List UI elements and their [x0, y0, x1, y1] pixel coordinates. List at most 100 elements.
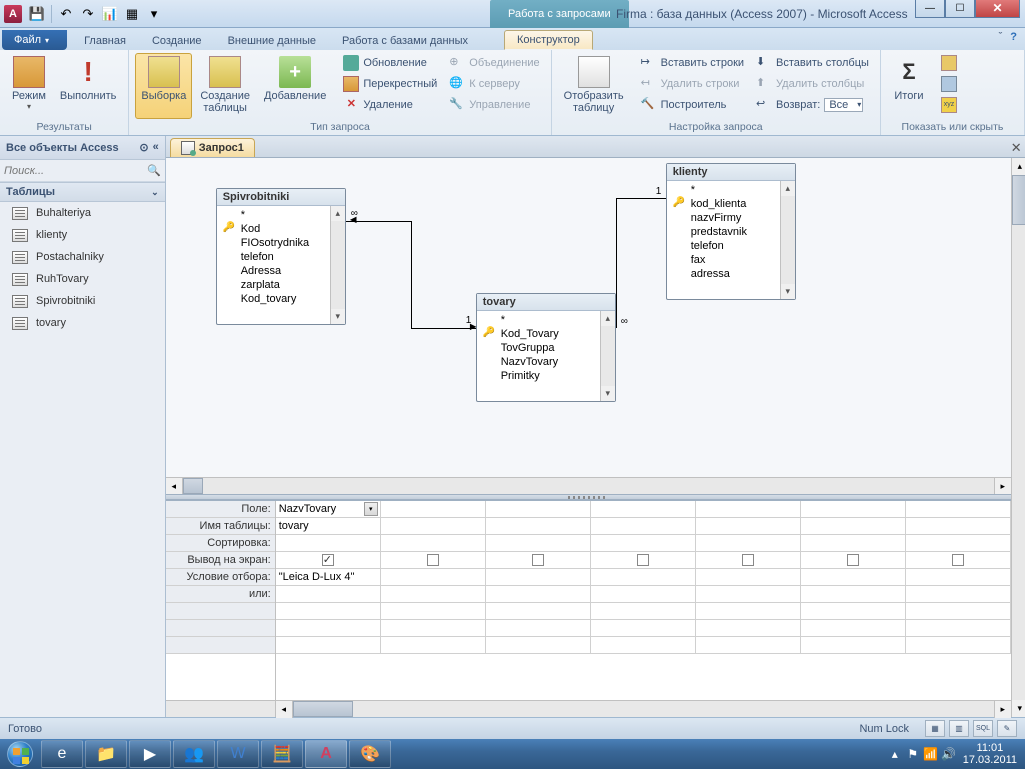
- qbe-cell[interactable]: [381, 501, 486, 517]
- table-field[interactable]: Primitky: [479, 369, 613, 383]
- qbe-cell[interactable]: [801, 501, 906, 517]
- qbe-cell[interactable]: [591, 569, 696, 585]
- qbe-or-cell[interactable]: [276, 586, 381, 602]
- qbe-cell[interactable]: [906, 569, 1011, 585]
- union-button[interactable]: ⊕Объединение: [444, 53, 544, 73]
- totals-button[interactable]: Σ Итоги: [887, 53, 931, 119]
- taskbar-explorer[interactable]: 📁: [85, 740, 127, 768]
- qbe-cell[interactable]: [591, 620, 696, 636]
- qbe-cell[interactable]: [801, 518, 906, 534]
- scroll-left-icon[interactable]: ◂: [166, 478, 183, 495]
- qbe-cell[interactable]: [381, 569, 486, 585]
- scroll-thumb[interactable]: [183, 478, 203, 494]
- scroll-down-icon[interactable]: ▾: [1012, 700, 1025, 717]
- table-field[interactable]: predstavnik: [669, 225, 793, 239]
- table-title[interactable]: Spivrobitniki: [217, 189, 345, 206]
- tab-external[interactable]: Внешние данные: [215, 30, 329, 50]
- run-button[interactable]: ! Выполнить: [54, 53, 122, 119]
- qbe-cell[interactable]: [906, 501, 1011, 517]
- view-sql-button[interactable]: SQL: [973, 720, 993, 737]
- scroll-right-icon[interactable]: ▸: [994, 701, 1011, 718]
- qbe-cell[interactable]: [906, 603, 1011, 619]
- table-field[interactable]: FIOsotrydnika: [219, 236, 343, 250]
- table-field[interactable]: Kod_tovary: [219, 292, 343, 306]
- qbe-cell[interactable]: [591, 535, 696, 551]
- scroll-thumb[interactable]: [1012, 175, 1025, 225]
- table-field[interactable]: Adressa: [219, 264, 343, 278]
- qbe-cell[interactable]: [591, 603, 696, 619]
- deleterows-button[interactable]: ↤Удалить строки: [636, 74, 749, 94]
- view-design-button[interactable]: ✎: [997, 720, 1017, 737]
- file-tab[interactable]: Файл: [2, 30, 67, 50]
- view-button[interactable]: Режим ▾: [6, 53, 52, 119]
- tray-flag-icon[interactable]: ⚑: [905, 746, 921, 762]
- qbe-cell[interactable]: [801, 620, 906, 636]
- table-spivrobitniki[interactable]: Spivrobitniki *KodFIOsotrydnikatelefonAd…: [216, 188, 346, 325]
- table-klienty[interactable]: klienty *kod_klientanazvFirmypredstavnik…: [666, 163, 796, 300]
- table-field[interactable]: Kod_Tovary: [479, 327, 613, 341]
- qbe-cell[interactable]: [801, 586, 906, 602]
- qbe-cell[interactable]: [906, 620, 1011, 636]
- append-button[interactable]: + Добавление: [258, 53, 332, 119]
- table-title[interactable]: klienty: [667, 164, 795, 181]
- qbe-cell[interactable]: [801, 552, 906, 568]
- qat-redo-icon[interactable]: ↷: [78, 4, 98, 24]
- qbe-columns[interactable]: NazvTovary▾ tovary: [276, 501, 1011, 700]
- table-field[interactable]: kod_klienta: [669, 197, 793, 211]
- qbe-cell[interactable]: [381, 586, 486, 602]
- table-title[interactable]: tovary: [477, 294, 615, 311]
- qbe-cell[interactable]: [801, 535, 906, 551]
- qbe-cell[interactable]: [381, 552, 486, 568]
- checkbox[interactable]: [952, 554, 964, 566]
- qbe-cell[interactable]: [591, 586, 696, 602]
- delete-button[interactable]: ✕Удаление: [338, 95, 442, 115]
- deletecols-button[interactable]: ⬆Удалить столбцы: [751, 74, 874, 94]
- taskbar-word[interactable]: W: [217, 740, 259, 768]
- qbe-cell[interactable]: [591, 518, 696, 534]
- insertcols-button[interactable]: ⬇Вставить столбцы: [751, 53, 874, 73]
- taskbar-calc[interactable]: 🧮: [261, 740, 303, 768]
- design-hscroll[interactable]: ◂ ▸: [166, 477, 1011, 494]
- checkbox[interactable]: [532, 554, 544, 566]
- checkbox[interactable]: [427, 554, 439, 566]
- qbe-criteria-cell[interactable]: "Leica D-Lux 4": [276, 569, 381, 585]
- nav-item-klienty[interactable]: klienty: [0, 224, 165, 246]
- nav-item-buhalteriya[interactable]: Buhalteriya: [0, 202, 165, 224]
- maximize-button[interactable]: ☐: [945, 0, 975, 18]
- maketable-button[interactable]: Создание таблицы: [194, 53, 256, 119]
- table-field[interactable]: Kod: [219, 222, 343, 236]
- table-scrollbar[interactable]: ▴▾: [330, 206, 345, 324]
- nav-item-ruhtovary[interactable]: RuhTovary: [0, 268, 165, 290]
- chevron-down-icon[interactable]: ⊙: [139, 141, 148, 154]
- taskbar-msn[interactable]: 👥: [173, 740, 215, 768]
- params-button[interactable]: [936, 53, 962, 73]
- qbe-cell[interactable]: [591, 501, 696, 517]
- nav-item-spivrobitniki[interactable]: Spivrobitniki: [0, 290, 165, 312]
- collapse-icon[interactable]: «: [153, 141, 159, 154]
- nav-section-tables[interactable]: Таблицы ⌄: [0, 182, 165, 202]
- qbe-cell[interactable]: [696, 620, 801, 636]
- return-combo[interactable]: Все▾: [824, 98, 863, 112]
- scroll-right-icon[interactable]: ▸: [994, 478, 1011, 495]
- insertrows-button[interactable]: ↦Вставить строки: [636, 53, 749, 73]
- builder-button[interactable]: 🔨Построитель: [636, 95, 749, 115]
- taskbar-clock[interactable]: 11:01 17.03.2011: [959, 742, 1021, 766]
- close-button[interactable]: ✕: [975, 0, 1020, 18]
- qbe-cell[interactable]: [696, 535, 801, 551]
- minimize-button[interactable]: —: [915, 0, 945, 18]
- table-field[interactable]: TovGruppa: [479, 341, 613, 355]
- qbe-cell[interactable]: [696, 552, 801, 568]
- qbe-cell[interactable]: [381, 535, 486, 551]
- nav-item-tovary[interactable]: tovary: [0, 312, 165, 334]
- qat-undo-icon[interactable]: ↶: [56, 4, 76, 24]
- table-field[interactable]: adressa: [669, 267, 793, 281]
- table-tovary[interactable]: tovary *Kod_TovaryTovGruppaNazvTovaryPri…: [476, 293, 616, 402]
- search-input[interactable]: [4, 165, 147, 177]
- table-scrollbar[interactable]: ▴▾: [600, 311, 615, 401]
- passthrough-button[interactable]: 🌐К серверу: [444, 74, 544, 94]
- view-pivot-button[interactable]: ▥: [949, 720, 969, 737]
- qbe-cell[interactable]: [276, 637, 381, 653]
- qbe-cell[interactable]: [801, 569, 906, 585]
- query-tab[interactable]: Запрос1: [170, 138, 255, 157]
- tray-arrow-icon[interactable]: ▴: [887, 746, 903, 762]
